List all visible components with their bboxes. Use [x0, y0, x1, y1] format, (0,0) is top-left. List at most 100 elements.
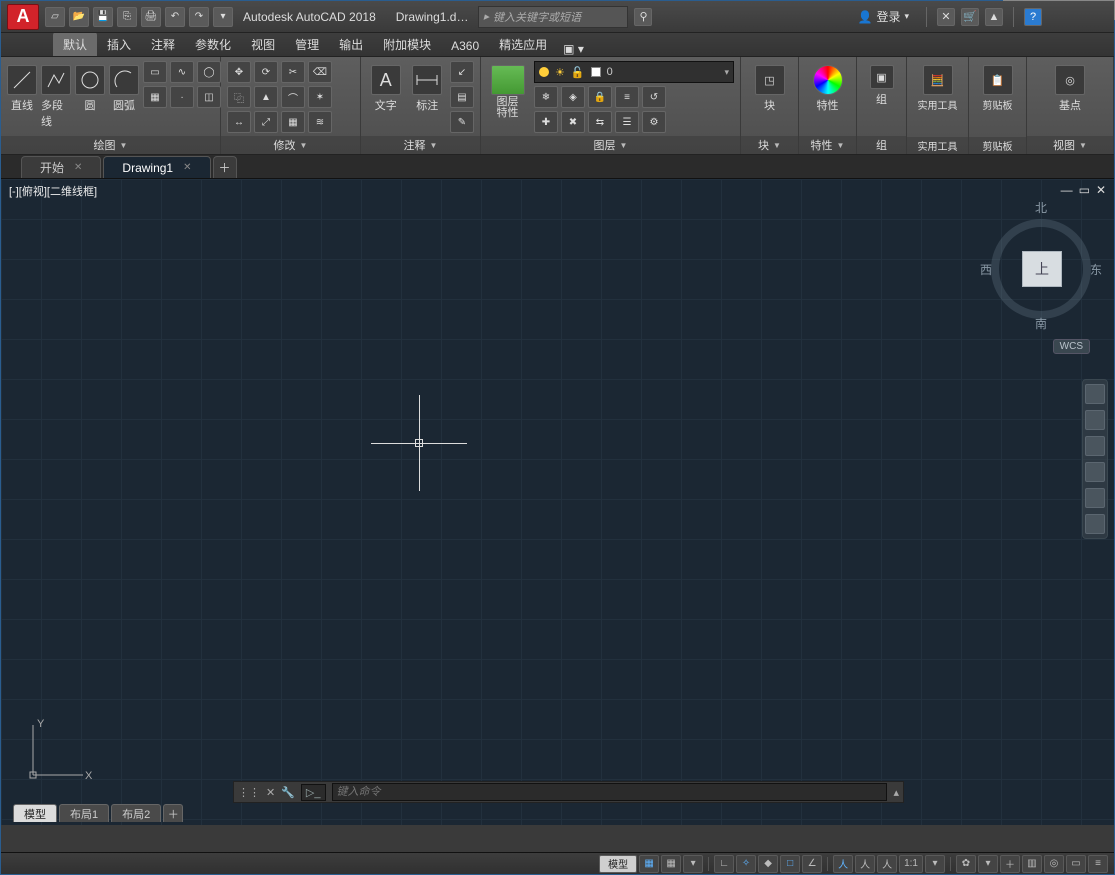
status-more1-icon[interactable]: ▾: [683, 855, 703, 873]
ribbon-tab-default[interactable]: 默认: [53, 32, 97, 56]
status-transparency-icon[interactable]: 人: [877, 855, 897, 873]
layer-tool1-icon[interactable]: ✚: [534, 111, 558, 133]
status-iso-icon[interactable]: ◆: [758, 855, 778, 873]
tool-trim-icon[interactable]: ✂: [281, 61, 305, 83]
viewcube-west[interactable]: 西: [980, 261, 992, 278]
panel-expander-icon[interactable]: ▼: [300, 141, 308, 150]
status-osnap-icon[interactable]: □: [780, 855, 800, 873]
viewcube-south[interactable]: 南: [986, 315, 1096, 332]
tool-rect-icon[interactable]: ▭: [143, 61, 167, 83]
clipboard-button[interactable]: 📋剪贴板: [978, 61, 1018, 112]
status-model-button[interactable]: 模型: [599, 855, 637, 873]
status-lwt-icon[interactable]: 人: [855, 855, 875, 873]
viewcube-top-face[interactable]: 上: [1022, 251, 1062, 287]
ucs-icon[interactable]: Y X: [23, 715, 93, 785]
tool-ellipse-icon[interactable]: ◯: [197, 61, 221, 83]
ribbon-tab-output[interactable]: 输出: [329, 32, 373, 56]
status-grid-icon[interactable]: ▦: [639, 855, 659, 873]
qat-more-icon[interactable]: ▾: [213, 7, 233, 27]
tool-polyline[interactable]: 多段线: [41, 61, 71, 129]
panel-expander-icon[interactable]: ▼: [1079, 141, 1087, 150]
panel-expander-icon[interactable]: ▼: [620, 141, 628, 150]
layout-tab-2[interactable]: 布局2: [111, 804, 161, 822]
ribbon-tab-manage[interactable]: 管理: [285, 32, 329, 56]
search-input[interactable]: ▸键入关键字或短语: [478, 6, 628, 28]
cmd-grip-icon[interactable]: ⋮⋮: [238, 786, 260, 799]
cmd-customize-icon[interactable]: 🔧: [281, 786, 295, 799]
base-point-button[interactable]: ◎基点: [1050, 61, 1090, 113]
qat-new-icon[interactable]: ▱: [45, 7, 65, 27]
tool-mleader-icon[interactable]: ✎: [450, 111, 474, 133]
ribbon-tab-a360[interactable]: A360: [441, 35, 489, 56]
tool-mirror-icon[interactable]: ▲: [254, 86, 278, 108]
tool-fillet-icon[interactable]: ⌒: [281, 86, 305, 108]
panel-expander-icon[interactable]: ▼: [773, 141, 781, 150]
ribbon-tab-insert[interactable]: 插入: [97, 32, 141, 56]
nav-fullnav-icon[interactable]: [1085, 384, 1105, 404]
status-scale-menu-icon[interactable]: ▾: [925, 855, 945, 873]
panel-expander-icon[interactable]: ▼: [120, 141, 128, 150]
tool-erase-icon[interactable]: ⌫: [308, 61, 332, 83]
close-icon[interactable]: ✕: [74, 162, 82, 173]
cart-icon[interactable]: 🛒: [961, 8, 979, 26]
panel-expander-icon[interactable]: ▼: [837, 141, 845, 150]
nav-pan-icon[interactable]: [1085, 410, 1105, 430]
nav-showmotion-icon[interactable]: [1085, 488, 1105, 508]
panel-expander-icon[interactable]: ▼: [430, 141, 438, 150]
tool-spline-icon[interactable]: ∿: [170, 61, 194, 83]
tool-scale-icon[interactable]: ⤢: [254, 111, 278, 133]
view-cube[interactable]: 北 南 东 西 上: [986, 199, 1096, 329]
ribbon-tab-featured[interactable]: 精选应用: [489, 32, 557, 56]
qat-saveas-icon[interactable]: ⎘: [117, 7, 137, 27]
layer-lock-btn-icon[interactable]: 🔒: [588, 86, 612, 108]
ribbon-tab-parametric[interactable]: 参数化: [185, 32, 241, 56]
block-insert-button[interactable]: ◳块: [750, 61, 790, 113]
status-isolate-icon[interactable]: ▥: [1022, 855, 1042, 873]
tool-point-icon[interactable]: ∙: [170, 86, 194, 108]
layer-match-icon[interactable]: ≡: [615, 86, 639, 108]
layout-tab-model[interactable]: 模型: [13, 804, 57, 822]
layer-tool5-icon[interactable]: ⚙: [642, 111, 666, 133]
layer-prev-icon[interactable]: ↺: [642, 86, 666, 108]
wcs-badge[interactable]: WCS: [1053, 339, 1090, 354]
tool-region-icon[interactable]: ◫: [197, 86, 221, 108]
status-hardware-icon[interactable]: ◎: [1044, 855, 1064, 873]
file-tab-drawing1[interactable]: Drawing1✕: [103, 156, 210, 178]
help-icon[interactable]: ?: [1024, 8, 1042, 26]
group-button[interactable]: ▣组: [865, 61, 899, 107]
status-gear-icon[interactable]: ✿: [956, 855, 976, 873]
layout-tab-add[interactable]: ＋: [163, 804, 183, 822]
login-button[interactable]: 👤 登录 ▾: [851, 5, 917, 28]
file-tab-add[interactable]: ＋: [213, 156, 237, 178]
ribbon-tab-annotate[interactable]: 注释: [141, 32, 185, 56]
status-annomonitor-icon[interactable]: ＋: [1000, 855, 1020, 873]
command-line[interactable]: ⋮⋮ ✕ 🔧 ▷_ ▴: [233, 781, 904, 803]
status-workspace-icon[interactable]: ▾: [978, 855, 998, 873]
layer-iso-icon[interactable]: ◈: [561, 86, 585, 108]
tool-table-icon[interactable]: ▤: [450, 86, 474, 108]
close-icon[interactable]: ✕: [183, 162, 191, 173]
status-3dosnap-icon[interactable]: ∠: [802, 855, 822, 873]
qat-open-icon[interactable]: 📂: [69, 7, 89, 27]
qat-save-icon[interactable]: 💾: [93, 7, 113, 27]
tool-arc[interactable]: 圆弧: [109, 61, 139, 113]
qat-undo-icon[interactable]: ↶: [165, 7, 185, 27]
nav-more-icon[interactable]: [1085, 514, 1105, 534]
layer-tool4-icon[interactable]: ☰: [615, 111, 639, 133]
tool-leader-icon[interactable]: ↙: [450, 61, 474, 83]
qat-redo-icon[interactable]: ↷: [189, 7, 209, 27]
properties-button[interactable]: 特性: [808, 61, 848, 113]
tool-array-icon[interactable]: ▦: [281, 111, 305, 133]
status-snapmode-icon[interactable]: ▦: [661, 855, 681, 873]
file-tab-start[interactable]: 开始✕: [21, 156, 101, 178]
nav-orbit-icon[interactable]: [1085, 462, 1105, 482]
cmd-close-icon[interactable]: ✕: [266, 786, 275, 799]
tool-hatch-icon[interactable]: ▦: [143, 86, 167, 108]
layer-properties-button[interactable]: 图层 特性: [487, 61, 528, 119]
status-cleanscreen-icon[interactable]: ▭: [1066, 855, 1086, 873]
utilities-button[interactable]: 🧮实用工具: [913, 61, 962, 112]
viewcube-east[interactable]: 东: [1090, 261, 1102, 278]
layer-off-icon[interactable]: ❄: [534, 86, 558, 108]
ribbon-tab-extras-icon[interactable]: ▣ ▾: [563, 42, 584, 56]
tool-offset-icon[interactable]: ≋: [308, 111, 332, 133]
